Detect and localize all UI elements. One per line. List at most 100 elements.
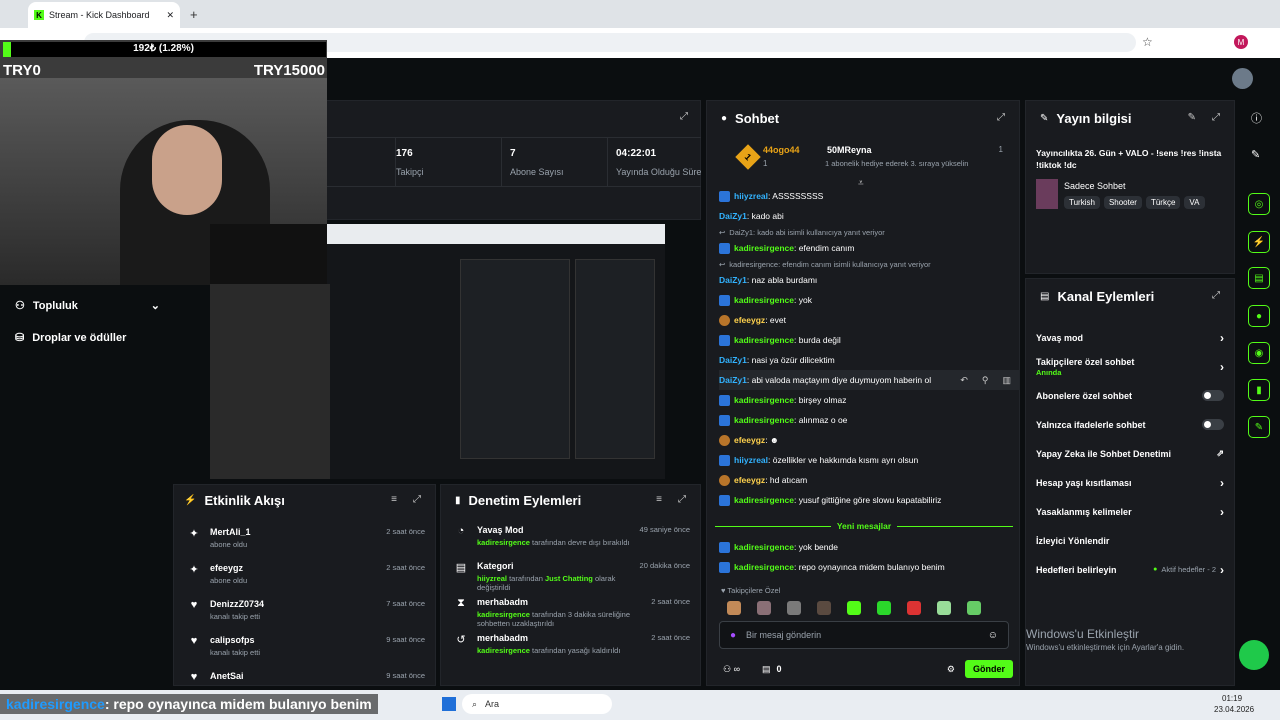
sidebar-item-community[interactable]: ⚇ Topluluk ⌄: [15, 299, 160, 313]
chat-username[interactable]: DaiZy1: [719, 355, 747, 365]
chat-message[interactable]: hiiyzreal: ASSSSSSSS: [719, 186, 1019, 206]
wrench-icon[interactable]: ✎: [1248, 416, 1270, 438]
broadcast-icon[interactable]: ◉: [1248, 342, 1270, 364]
chat-username[interactable]: efeeygz: [734, 435, 765, 445]
chat-username[interactable]: kadiresirgence: [734, 495, 794, 505]
sidebar-item-drops[interactable]: ⛁ Droplar ve ödüller: [15, 331, 126, 345]
chat-message[interactable]: kadiresirgence: yok: [719, 290, 1019, 310]
help-chat-button[interactable]: [1239, 640, 1269, 670]
filter-icon[interactable]: ≡: [656, 494, 662, 505]
expand-icon[interactable]: ⤢: [413, 494, 421, 505]
document-icon[interactable]: ▤: [1248, 267, 1270, 289]
new-tab-button[interactable]: +: [190, 7, 198, 22]
channel-action[interactable]: Hesap yaşı kısıtlaması ›: [1026, 468, 1234, 497]
emote[interactable]: [937, 601, 951, 615]
user-avatar[interactable]: [1232, 68, 1253, 89]
chat-message[interactable]: kadiresirgence: efendim canım: [719, 238, 1019, 258]
chat-username[interactable]: kadiresirgence: [734, 295, 794, 305]
tag[interactable]: Türkçe: [1145, 196, 1181, 209]
chat-message[interactable]: DaiZy1: naz abla burdamı: [719, 270, 1019, 290]
chat-message[interactable]: kadiresirgence: yusuf gittiğine göre slo…: [719, 490, 1019, 510]
chat-message[interactable]: kadiresirgence: alınmaz o oe: [719, 410, 1019, 430]
chat-message[interactable]: efeeygz: hd atıcam: [719, 470, 1019, 490]
chat-username[interactable]: efeeygz: [734, 475, 765, 485]
gift-icon[interactable]: ▤: [762, 664, 771, 675]
chat-username[interactable]: efeeygz: [734, 315, 765, 325]
channel-action[interactable]: Takipçilere özel sohbet Anında ›: [1026, 352, 1234, 381]
emote[interactable]: [967, 601, 981, 615]
expand-icon[interactable]: ⤢: [997, 112, 1005, 123]
channel-action[interactable]: Yasaklanmış kelimeler ›: [1026, 497, 1234, 526]
send-button[interactable]: Gönder: [964, 660, 1013, 678]
info-icon[interactable]: ⓘ: [1251, 110, 1262, 126]
chat-message[interactable]: kadiresirgence: yok bende: [719, 537, 1019, 557]
settings-gear-icon[interactable]: ⚙: [947, 664, 955, 675]
edit-icon[interactable]: ✎: [1188, 112, 1196, 123]
start-button[interactable]: [442, 697, 456, 711]
moderation-icon[interactable]: ▮: [1248, 379, 1270, 401]
activity-event[interactable]: ♥ calipsofps kanalı takip etti 9 saat önce: [174, 627, 435, 663]
channel-action[interactable]: Yalnızca ifadelerle sohbet: [1026, 410, 1234, 439]
chat-username[interactable]: kadiresirgence: [734, 562, 794, 572]
chat-username[interactable]: kadiresirgence: [734, 335, 794, 345]
chat-username[interactable]: kadiresirgence: [734, 243, 794, 253]
emote[interactable]: [877, 601, 891, 615]
pin-icon[interactable]: ⚲: [982, 375, 989, 386]
tag[interactable]: Turkish: [1064, 196, 1100, 209]
moderation-event[interactable]: ◔ Yavaş Mod kadiresirgence tarafından devr…: [441, 525, 700, 561]
toggle-switch[interactable]: [1202, 419, 1224, 430]
chat-username[interactable]: DaiZy1: [719, 211, 747, 221]
emote[interactable]: [817, 601, 831, 615]
chat-icon[interactable]: ●: [1248, 305, 1270, 327]
tag[interactable]: VA: [1184, 196, 1205, 209]
channel-action[interactable]: Yapay Zeka ile Sohbet Denetimi ⇗: [1026, 439, 1234, 468]
chat-username[interactable]: DaiZy1: [719, 375, 747, 385]
chat-message[interactable]: DaiZy1: kado abi: [719, 206, 1019, 226]
moderation-event[interactable]: ⧗ merhabadm kadiresirgence tarafından 3 da…: [441, 597, 700, 633]
tag[interactable]: Shooter: [1103, 196, 1142, 209]
chat-username[interactable]: hiiyzreal: [734, 455, 768, 465]
emote[interactable]: [787, 601, 801, 615]
microphone-icon[interactable]: ●: [730, 630, 736, 641]
expand-icon[interactable]: ⤢: [680, 111, 688, 122]
activity-event[interactable]: ♥ DenizzZ0734 kanalı takip etti 7 saat önce: [174, 591, 435, 627]
chat-input[interactable]: ● Bir mesaj gönderin ☺: [719, 621, 1009, 649]
chat-message[interactable]: kadiresirgence: repo oynayınca midem bul…: [719, 557, 1019, 577]
trash-icon[interactable]: ▥: [1002, 375, 1011, 386]
chat-message[interactable]: kadiresirgence: birşey olmaz: [719, 390, 1019, 410]
chat-message[interactable]: hiiyzreal: özellikler ve hakkımda kısmı …: [719, 450, 1019, 470]
browser-tab[interactable]: K Stream - Kick Dashboard ✕: [28, 2, 180, 28]
activity-event[interactable]: ✦ MertAli_1 abone oldu 2 saat önce: [174, 519, 435, 555]
taskbar-search[interactable]: ⌕ Ara: [462, 694, 612, 714]
channel-action[interactable]: Yavaş mod ›: [1026, 323, 1234, 352]
chat-username[interactable]: hiiyzreal: [734, 191, 768, 201]
chat-username[interactable]: kadiresirgence: [734, 395, 794, 405]
channel-action[interactable]: Abonelere özel sohbet: [1026, 381, 1234, 410]
filter-icon[interactable]: ≡: [391, 494, 397, 505]
emote[interactable]: [847, 601, 861, 615]
moderation-event[interactable]: ↺ merhabadm kadiresirgence tarafından yasa…: [441, 633, 700, 669]
chat-username[interactable]: kadiresirgence: [734, 415, 794, 425]
pen-icon[interactable]: ✎: [1251, 148, 1260, 161]
chat-message[interactable]: efeeygz: ☻: [719, 430, 1019, 450]
emote[interactable]: [757, 601, 771, 615]
chat-message[interactable]: DaiZy1: nasi ya özür dilicektim: [719, 350, 1019, 370]
channel-action[interactable]: Hedefleri belirleyin ● Aktif hedefler - 2 ›: [1026, 555, 1234, 584]
camera-icon[interactable]: ◎: [1248, 193, 1270, 215]
chat-message[interactable]: kadiresirgence: burda değil: [719, 330, 1019, 350]
activity-event[interactable]: ✦ efeeygz abone oldu 2 saat önce: [174, 555, 435, 591]
people-icon[interactable]: ⚇ ∞: [723, 664, 740, 675]
emote[interactable]: [907, 601, 921, 615]
chat-username[interactable]: DaiZy1: [719, 275, 747, 285]
channel-action[interactable]: İzleyici Yönlendir: [1026, 526, 1234, 555]
moderation-event[interactable]: ▤ Kategori hiiyzreal tarafından Just Chatt…: [441, 561, 700, 597]
profile-avatar[interactable]: M: [1234, 35, 1248, 49]
expand-icon[interactable]: ⤢: [678, 494, 686, 505]
reply-action-icon[interactable]: ↶: [960, 375, 968, 386]
expand-icon[interactable]: ⤢: [1212, 112, 1220, 123]
expand-icon[interactable]: ⤢: [1212, 290, 1220, 301]
chat-username[interactable]: kadiresirgence: [734, 542, 794, 552]
tab-close-icon[interactable]: ✕: [166, 10, 174, 21]
stream-preview[interactable]: [210, 224, 665, 479]
bookmark-star-icon[interactable]: ☆: [1142, 35, 1153, 49]
